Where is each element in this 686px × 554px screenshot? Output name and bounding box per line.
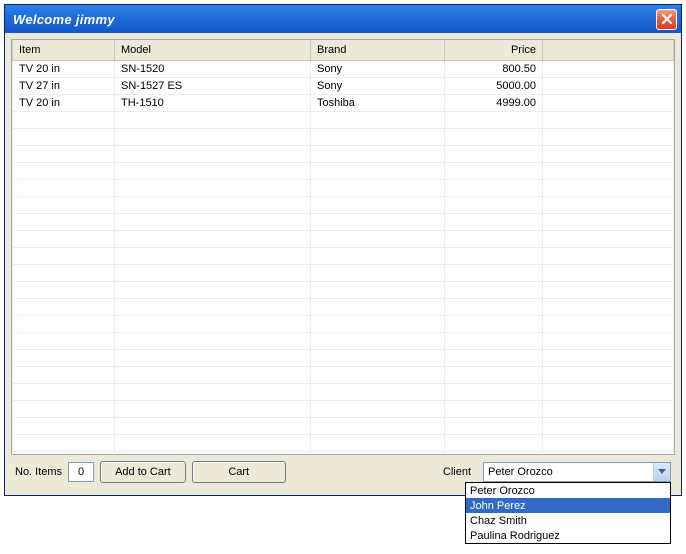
client-label: Client: [443, 466, 471, 478]
cell-price: 800.50: [445, 60, 543, 77]
cell-price: 5000.00: [445, 77, 543, 94]
client-select-wrap: Peter Orozco Peter OrozcoJohn PerezChaz …: [483, 462, 671, 482]
table-row[interactable]: [13, 332, 674, 349]
table-row[interactable]: [13, 434, 674, 451]
cell-brand: Sony: [311, 60, 445, 77]
chevron-down-icon: [658, 469, 666, 475]
col-header-spacer: [543, 40, 674, 60]
table-row[interactable]: [13, 383, 674, 400]
col-header-brand[interactable]: Brand: [311, 40, 445, 60]
client-option[interactable]: Peter Orozco: [466, 483, 670, 498]
table-row[interactable]: [13, 145, 674, 162]
cell-brand: Sony: [311, 77, 445, 94]
table-row[interactable]: [13, 230, 674, 247]
table-row[interactable]: [13, 128, 674, 145]
items-table-wrap: Item Model Brand Price TV 20 inSN-1520So…: [11, 39, 675, 455]
no-items-input[interactable]: [68, 462, 94, 482]
content-area: Item Model Brand Price TV 20 inSN-1520So…: [5, 33, 681, 495]
client-select[interactable]: Peter Orozco: [483, 462, 671, 482]
cell-model: TH-1510: [115, 94, 311, 111]
cell-brand: Toshiba: [311, 94, 445, 111]
close-button[interactable]: [656, 9, 677, 30]
no-items-label: No. Items: [15, 466, 62, 478]
table-row[interactable]: [13, 281, 674, 298]
cell-item: TV 27 in: [13, 77, 115, 94]
table-row[interactable]: [13, 349, 674, 366]
cell-spacer: [543, 60, 674, 77]
cell-price: 4999.00: [445, 94, 543, 111]
dropdown-arrow: [653, 463, 670, 481]
col-header-item[interactable]: Item: [13, 40, 115, 60]
cell-model: SN-1527 ES: [115, 77, 311, 94]
window-title: Welcome jimmy: [13, 12, 115, 27]
table-row[interactable]: [13, 400, 674, 417]
table-row[interactable]: TV 20 inTH-1510Toshiba4999.00: [13, 94, 674, 111]
items-table[interactable]: Item Model Brand Price TV 20 inSN-1520So…: [12, 40, 674, 452]
table-row[interactable]: [13, 264, 674, 281]
table-row[interactable]: TV 27 inSN-1527 ESSony5000.00: [13, 77, 674, 94]
col-header-model[interactable]: Model: [115, 40, 311, 60]
table-row[interactable]: [13, 213, 674, 230]
table-row[interactable]: TV 20 inSN-1520Sony800.50: [13, 60, 674, 77]
table-row[interactable]: [13, 315, 674, 332]
client-option[interactable]: Chaz Smith: [466, 513, 670, 528]
table-row[interactable]: [13, 111, 674, 128]
client-option[interactable]: Paulina Rodriguez: [466, 528, 670, 543]
cell-model: SN-1520: [115, 60, 311, 77]
table-row[interactable]: [13, 179, 674, 196]
cart-button[interactable]: Cart: [192, 461, 286, 483]
app-window: Welcome jimmy Item Model Brand Price: [4, 4, 682, 496]
bottom-bar: No. Items Add to Cart Cart Client Peter …: [11, 455, 675, 489]
add-to-cart-button[interactable]: Add to Cart: [100, 461, 186, 483]
client-dropdown[interactable]: Peter OrozcoJohn PerezChaz SmithPaulina …: [465, 482, 671, 544]
close-icon: [661, 13, 673, 25]
table-row[interactable]: [13, 366, 674, 383]
client-option[interactable]: John Perez: [466, 498, 670, 513]
table-row[interactable]: [13, 417, 674, 434]
col-header-price[interactable]: Price: [445, 40, 543, 60]
cell-spacer: [543, 77, 674, 94]
table-row[interactable]: [13, 162, 674, 179]
table-row[interactable]: [13, 247, 674, 264]
cell-item: TV 20 in: [13, 60, 115, 77]
client-selected-value: Peter Orozco: [488, 466, 553, 478]
cell-spacer: [543, 94, 674, 111]
table-row[interactable]: [13, 298, 674, 315]
cell-item: TV 20 in: [13, 94, 115, 111]
titlebar: Welcome jimmy: [5, 5, 681, 33]
table-row[interactable]: [13, 196, 674, 213]
